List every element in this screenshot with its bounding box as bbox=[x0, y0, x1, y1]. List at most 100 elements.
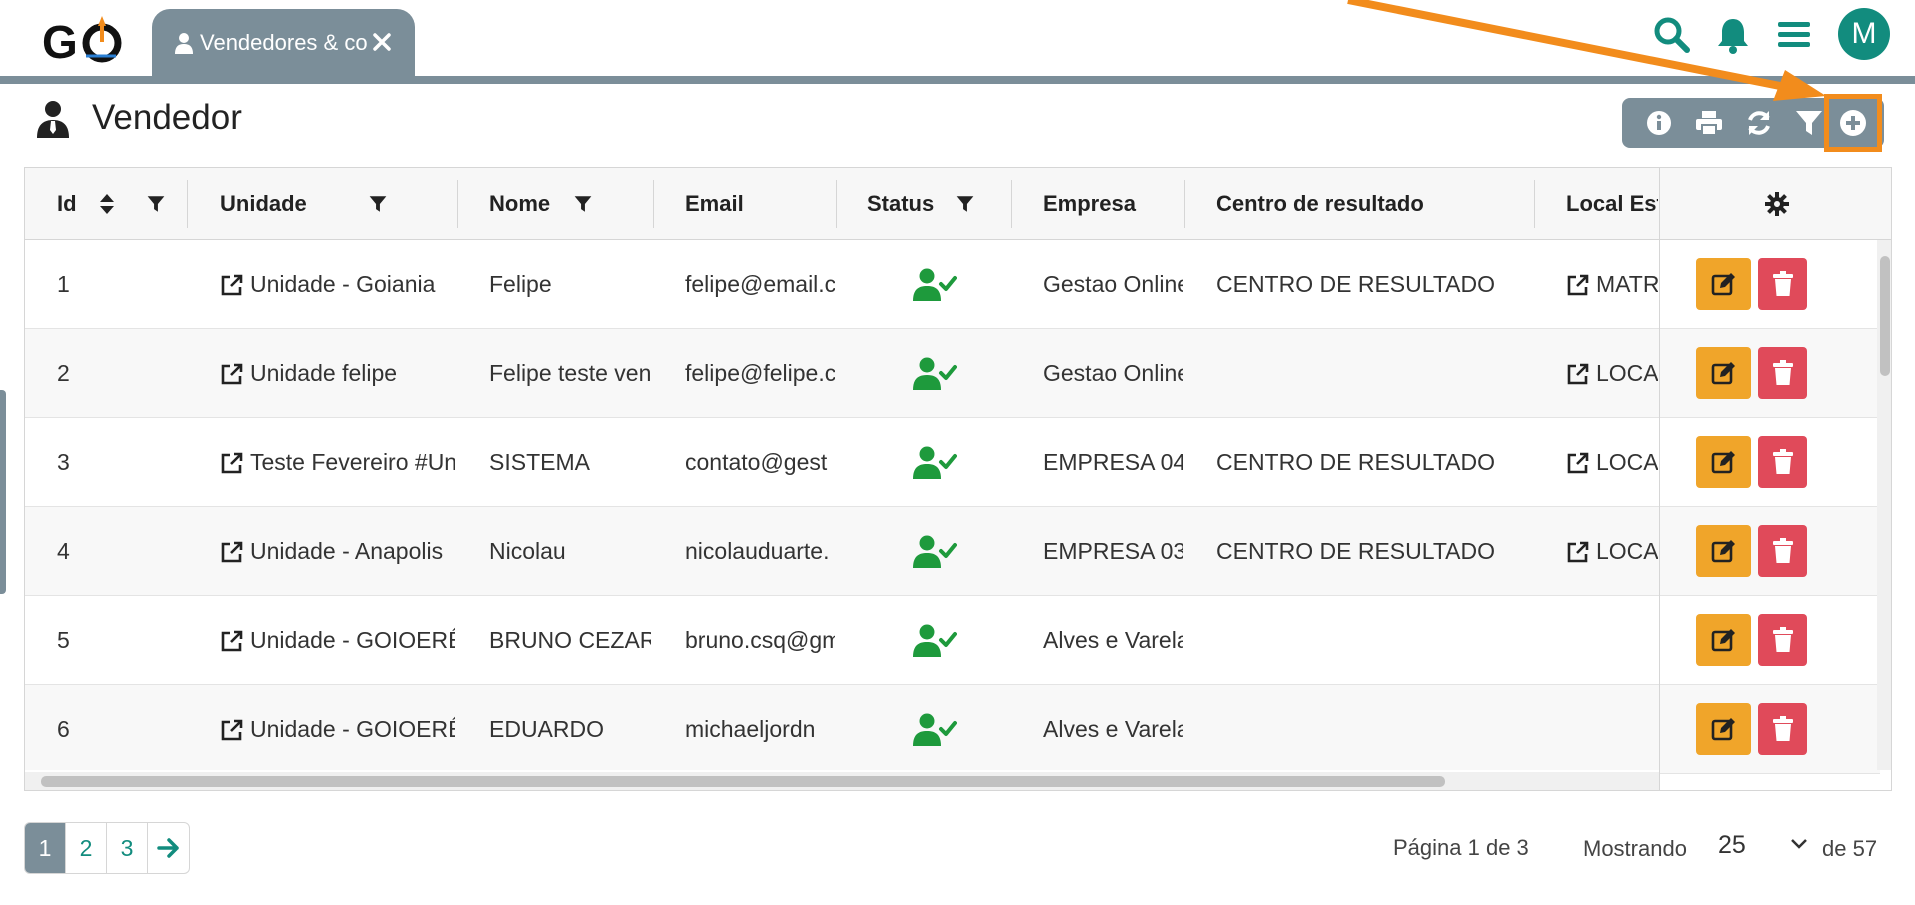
cell-text: felipe@email.c bbox=[685, 271, 835, 297]
header-empresa[interactable]: Empresa bbox=[1043, 168, 1136, 240]
page-1-button[interactable]: 1 bbox=[25, 823, 66, 873]
cell-centro bbox=[1216, 329, 1532, 418]
header-label: Local Est bbox=[1566, 191, 1658, 216]
filter-icon[interactable] bbox=[147, 195, 165, 213]
delete-button[interactable] bbox=[1758, 525, 1807, 577]
header-status[interactable]: Status bbox=[867, 168, 974, 240]
header-unidade[interactable]: Unidade bbox=[220, 168, 387, 240]
header-centro-resultado[interactable]: Centro de resultado bbox=[1216, 168, 1424, 240]
cell-text: LOCAL bbox=[1596, 360, 1658, 386]
horizontal-scrollbar[interactable] bbox=[25, 772, 1659, 790]
external-link-icon[interactable] bbox=[1566, 540, 1590, 564]
filter-icon[interactable] bbox=[369, 195, 387, 213]
edit-button[interactable] bbox=[1696, 436, 1751, 488]
table-row[interactable]: 6 Unidade - GOIOERÊ EDUARDO michaeljordn Alv… bbox=[25, 685, 1665, 770]
page-2-button[interactable]: 2 bbox=[66, 823, 107, 873]
table-row[interactable]: 3 Teste Fevereiro #Un SISTEMA contato@gest E… bbox=[25, 418, 1665, 507]
cell-nome: Felipe bbox=[489, 240, 651, 329]
edit-button[interactable] bbox=[1696, 525, 1751, 577]
cell-text: 6 bbox=[57, 716, 70, 742]
cell-empresa: EMPRESA 03 bbox=[1043, 507, 1183, 596]
edit-icon bbox=[1711, 629, 1735, 652]
external-link-icon[interactable] bbox=[220, 451, 244, 475]
external-link-icon[interactable] bbox=[220, 540, 244, 564]
header-id[interactable]: Id bbox=[57, 168, 165, 240]
user-check-icon bbox=[913, 446, 957, 479]
header-email[interactable]: Email bbox=[685, 168, 744, 240]
top-bar: G GO Vendedores & co M bbox=[0, 0, 1915, 76]
external-link-icon[interactable] bbox=[220, 718, 244, 742]
page-3-button[interactable]: 3 bbox=[107, 823, 148, 873]
user-tie-icon bbox=[37, 101, 69, 138]
logo[interactable]: G GO bbox=[40, 12, 130, 68]
cell-local bbox=[1566, 685, 1658, 770]
cell-text: Unidade - GOIOERÊ bbox=[250, 627, 455, 653]
next-page-button[interactable] bbox=[148, 823, 189, 873]
external-link-icon[interactable] bbox=[1566, 273, 1590, 297]
scrollbar-thumb[interactable] bbox=[1880, 256, 1890, 376]
cell-text: Teste Fevereiro #Un bbox=[250, 449, 455, 475]
add-button[interactable] bbox=[1824, 94, 1882, 152]
search-icon[interactable] bbox=[1651, 14, 1693, 56]
cell-empresa: Alves e Varela bbox=[1043, 596, 1183, 685]
cell-id: 4 bbox=[57, 507, 177, 596]
delete-button[interactable] bbox=[1758, 703, 1807, 755]
cell-unidade: Teste Fevereiro #Un bbox=[220, 418, 455, 507]
per-page-select[interactable]: 25 bbox=[1718, 831, 1746, 860]
edit-button[interactable] bbox=[1696, 703, 1751, 755]
gear-icon[interactable] bbox=[1765, 191, 1789, 216]
info-button[interactable] bbox=[1634, 98, 1684, 148]
sort-icon[interactable] bbox=[99, 193, 115, 215]
cell-centro: CENTRO DE RESULTADO bbox=[1216, 507, 1532, 596]
menu-icon[interactable] bbox=[1773, 14, 1815, 56]
print-button[interactable] bbox=[1684, 98, 1734, 148]
delete-button[interactable] bbox=[1758, 258, 1807, 310]
row-actions bbox=[1660, 685, 1880, 774]
cell-text: Felipe teste ven bbox=[489, 360, 651, 386]
refresh-button[interactable] bbox=[1734, 98, 1784, 148]
chevron-down-icon[interactable] bbox=[1790, 838, 1808, 850]
cell-email: nicolauduarte. bbox=[685, 507, 835, 596]
add-icon bbox=[1840, 110, 1866, 136]
cell-text: Unidade - Goiania bbox=[250, 271, 436, 297]
side-panel-handle[interactable] bbox=[0, 390, 6, 594]
external-link-icon[interactable] bbox=[220, 362, 244, 386]
table-row[interactable]: 5 Unidade - GOIOERÊ BRUNO CEZAR bruno.csq@g… bbox=[25, 596, 1665, 685]
delete-button[interactable] bbox=[1758, 436, 1807, 488]
cell-centro bbox=[1216, 596, 1532, 685]
delete-button[interactable] bbox=[1758, 614, 1807, 666]
filter-icon[interactable] bbox=[574, 195, 592, 213]
cell-id: 5 bbox=[57, 596, 177, 685]
header-local-estoque[interactable]: Local Est bbox=[1566, 168, 1658, 240]
external-link-icon[interactable] bbox=[1566, 451, 1590, 475]
tab-vendedores[interactable]: Vendedores & co bbox=[152, 9, 415, 76]
filter-icon[interactable] bbox=[956, 195, 974, 213]
bell-icon[interactable] bbox=[1712, 14, 1754, 56]
avatar[interactable]: M bbox=[1838, 8, 1890, 60]
delete-button[interactable] bbox=[1758, 347, 1807, 399]
scrollbar-thumb[interactable] bbox=[41, 776, 1445, 787]
trash-icon bbox=[1772, 716, 1793, 741]
filter-icon bbox=[1796, 111, 1822, 135]
table-row[interactable]: 1 Unidade - Goiania Felipe felipe@email.c Ge… bbox=[25, 240, 1665, 329]
header-nome[interactable]: Nome bbox=[489, 168, 592, 240]
cell-text: BRUNO CEZAR bbox=[489, 627, 651, 653]
avatar-initial: M bbox=[1851, 17, 1877, 50]
cell-nome: Nicolau bbox=[489, 507, 651, 596]
edit-icon bbox=[1711, 718, 1735, 741]
cell-text: michaeljordn bbox=[685, 716, 816, 742]
user-check-icon bbox=[913, 357, 957, 390]
page-info: Página 1 de 3 bbox=[1393, 835, 1529, 860]
close-icon[interactable] bbox=[371, 31, 393, 53]
table-row[interactable]: 4 Unidade - Anapolis Nicolau nicolauduarte.… bbox=[25, 507, 1665, 596]
external-link-icon[interactable] bbox=[1566, 362, 1590, 386]
edit-button[interactable] bbox=[1696, 258, 1751, 310]
external-link-icon[interactable] bbox=[220, 273, 244, 297]
vertical-scrollbar[interactable] bbox=[1877, 240, 1891, 770]
edit-button[interactable] bbox=[1696, 347, 1751, 399]
table-row[interactable]: 2 Unidade felipe Felipe teste ven felipe@fe… bbox=[25, 329, 1665, 418]
cell-text: Alves e Varela bbox=[1043, 627, 1183, 653]
cell-text: Unidade felipe bbox=[250, 360, 398, 386]
external-link-icon[interactable] bbox=[220, 629, 244, 653]
edit-button[interactable] bbox=[1696, 614, 1751, 666]
